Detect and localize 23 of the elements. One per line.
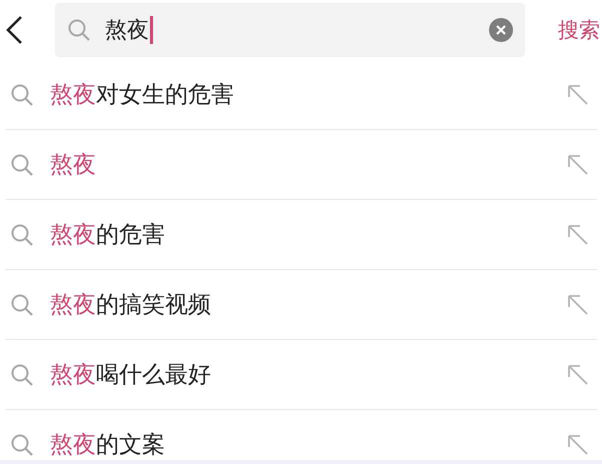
suggestion-item[interactable]: 熬夜的搞笑视频 xyxy=(5,270,597,340)
search-field[interactable]: 熬夜 xyxy=(55,3,525,57)
clear-icon[interactable] xyxy=(489,18,513,42)
arrow-icon[interactable] xyxy=(567,154,589,176)
arrow-icon[interactable] xyxy=(567,434,589,456)
suggestion-item[interactable]: 熬夜的危害 xyxy=(5,200,597,270)
suggestion-item[interactable]: 熬夜喝什么最好 xyxy=(5,340,597,410)
suggestion-item[interactable]: 熬夜对女生的危害 xyxy=(5,60,597,130)
arrow-icon[interactable] xyxy=(567,224,589,246)
arrow-icon[interactable] xyxy=(567,364,589,386)
search-icon xyxy=(10,292,34,316)
search-icon xyxy=(10,362,34,386)
search-text: 熬夜 xyxy=(105,17,149,45)
search-icon xyxy=(10,432,34,456)
arrow-icon[interactable] xyxy=(567,294,589,316)
suggestion-item[interactable]: 熬夜 xyxy=(5,130,597,200)
search-icon xyxy=(10,152,34,176)
search-icon xyxy=(10,82,34,106)
search-button[interactable]: 搜索 xyxy=(558,16,600,44)
back-icon[interactable] xyxy=(5,15,23,45)
search-icon xyxy=(67,18,91,42)
search-icon xyxy=(10,222,34,246)
arrow-icon[interactable] xyxy=(567,84,589,106)
